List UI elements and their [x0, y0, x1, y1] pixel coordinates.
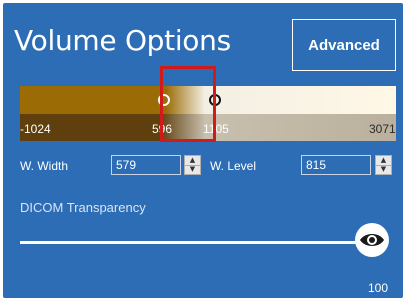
transparency-value: 100 [368, 281, 389, 295]
chevron-up-icon[interactable]: ▲ [376, 156, 391, 165]
transparency-slider-thumb[interactable] [355, 223, 389, 257]
level-stepper[interactable]: 815 ▲ ▼ [301, 155, 393, 175]
chevron-down-icon[interactable]: ▼ [185, 164, 200, 175]
min-label: -1024 [20, 122, 51, 136]
width-stepper[interactable]: 579 ▲ ▼ [111, 155, 202, 175]
level-label: W. Level [210, 159, 257, 173]
highlight-box [160, 66, 216, 142]
max-label: 3071 [369, 122, 396, 136]
width-spin-buttons[interactable]: ▲ ▼ [184, 155, 201, 175]
level-spin-buttons[interactable]: ▲ ▼ [375, 155, 392, 175]
width-input[interactable]: 579 [111, 155, 181, 175]
transparency-label: DICOM Transparency [20, 200, 146, 215]
eye-icon [360, 234, 384, 246]
panel-title: Volume Options [14, 24, 231, 57]
chevron-down-icon[interactable]: ▼ [376, 164, 391, 175]
width-label: W. Width [20, 159, 69, 173]
chevron-up-icon[interactable]: ▲ [185, 156, 200, 165]
advanced-button[interactable]: Advanced [292, 19, 396, 71]
level-input[interactable]: 815 [301, 155, 371, 175]
transparency-slider-track[interactable] [20, 241, 365, 244]
volume-options-panel: Volume Options Advanced -1024 596 1105 3… [3, 3, 403, 298]
